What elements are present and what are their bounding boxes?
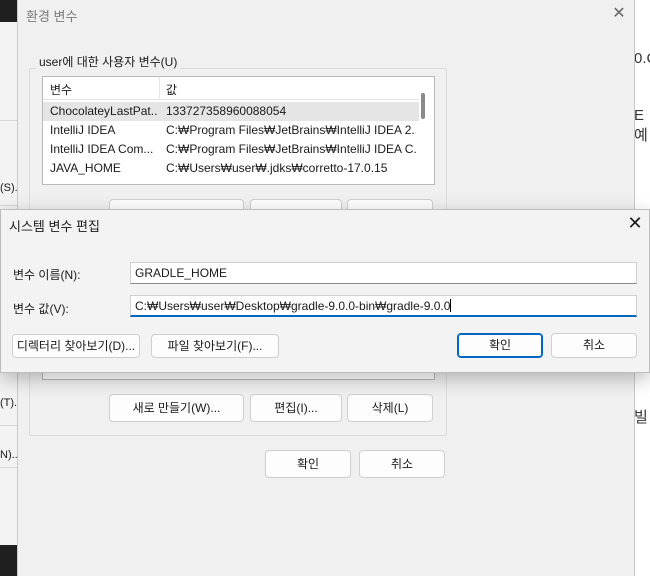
background-divider: [0, 425, 17, 426]
background-label: 빌: [634, 409, 648, 426]
variable-name-text: GRADLE_HOME: [135, 266, 228, 280]
column-header-variable[interactable]: 변수: [50, 81, 72, 98]
background-label: (S).: [0, 182, 18, 194]
env-cancel-button[interactable]: 취소: [359, 450, 445, 478]
list-row[interactable]: ChocolateyLastPat... 133727358960088054: [43, 102, 419, 121]
variable-name-label: 변수 이름(N):: [13, 268, 81, 282]
row-variable-name: IntelliJ IDEA Com...: [50, 142, 154, 156]
row-variable-name: JAVA_HOME: [50, 161, 121, 175]
background-dark-strip: [0, 0, 17, 22]
row-variable-value: C:₩Program Files₩JetBrains₩IntelliJ IDEA…: [166, 142, 416, 156]
variable-name-input[interactable]: GRADLE_HOME: [130, 262, 637, 284]
background-divider: [0, 205, 17, 206]
dialog-title: 환경 변수: [26, 9, 78, 24]
background-dark-strip: [0, 545, 17, 576]
system-new-button[interactable]: 새로 만들기(W)...: [109, 394, 244, 422]
row-variable-value: C:₩Program Files₩JetBrains₩IntelliJ IDEA…: [166, 123, 416, 137]
row-variable-name: ChocolateyLastPat...: [50, 104, 158, 118]
row-variable-name: IntelliJ IDEA: [50, 123, 116, 137]
background-label: 0.C: [634, 50, 650, 67]
background-divider: [0, 120, 17, 121]
browse-directory-button[interactable]: 디렉터리 찾아보기(D)...: [12, 334, 140, 358]
list-header: [43, 77, 419, 100]
variable-value-input[interactable]: C:₩Users₩user₩Desktop₩gradle-9.0.0-bin₩g…: [130, 295, 637, 317]
system-edit-button[interactable]: 편집(I)...: [250, 394, 342, 422]
background-label: E예: [634, 107, 648, 144]
variable-value-label: 변수 값(V):: [13, 302, 69, 316]
edit-cancel-button[interactable]: 취소: [551, 333, 637, 358]
row-variable-value: 133727358960088054: [166, 104, 287, 118]
row-variable-value: C:₩Users₩user₩.jdks₩corretto-17.0.15: [166, 161, 388, 175]
list-row[interactable]: IntelliJ IDEA C:₩Program Files₩JetBrains…: [43, 121, 419, 140]
close-icon[interactable]: ✕: [624, 212, 646, 234]
browse-file-button[interactable]: 파일 찾아보기(F)...: [151, 334, 279, 358]
variable-value-text: C:₩Users₩user₩Desktop₩gradle-9.0.0-bin₩g…: [135, 299, 451, 313]
background-label: (T).: [0, 397, 18, 409]
dialog-title: 시스템 변수 편집: [9, 219, 100, 234]
column-header-value[interactable]: 값: [166, 81, 177, 98]
user-variables-group-label: user에 대한 사용자 변수(U): [36, 53, 181, 70]
system-delete-button[interactable]: 삭제(L): [347, 394, 433, 422]
list-row[interactable]: JAVA_HOME C:₩Users₩user₩.jdks₩corretto-1…: [43, 159, 419, 178]
column-separator[interactable]: [159, 77, 160, 99]
text-caret: [450, 299, 452, 312]
env-ok-button[interactable]: 확인: [265, 450, 351, 478]
list-scrollbar[interactable]: [421, 93, 425, 119]
edit-ok-button[interactable]: 확인: [457, 333, 543, 358]
list-row[interactable]: IntelliJ IDEA Com... C:₩Program Files₩Je…: [43, 140, 419, 159]
background-divider: [0, 467, 17, 468]
close-icon[interactable]: ✕: [609, 4, 629, 24]
